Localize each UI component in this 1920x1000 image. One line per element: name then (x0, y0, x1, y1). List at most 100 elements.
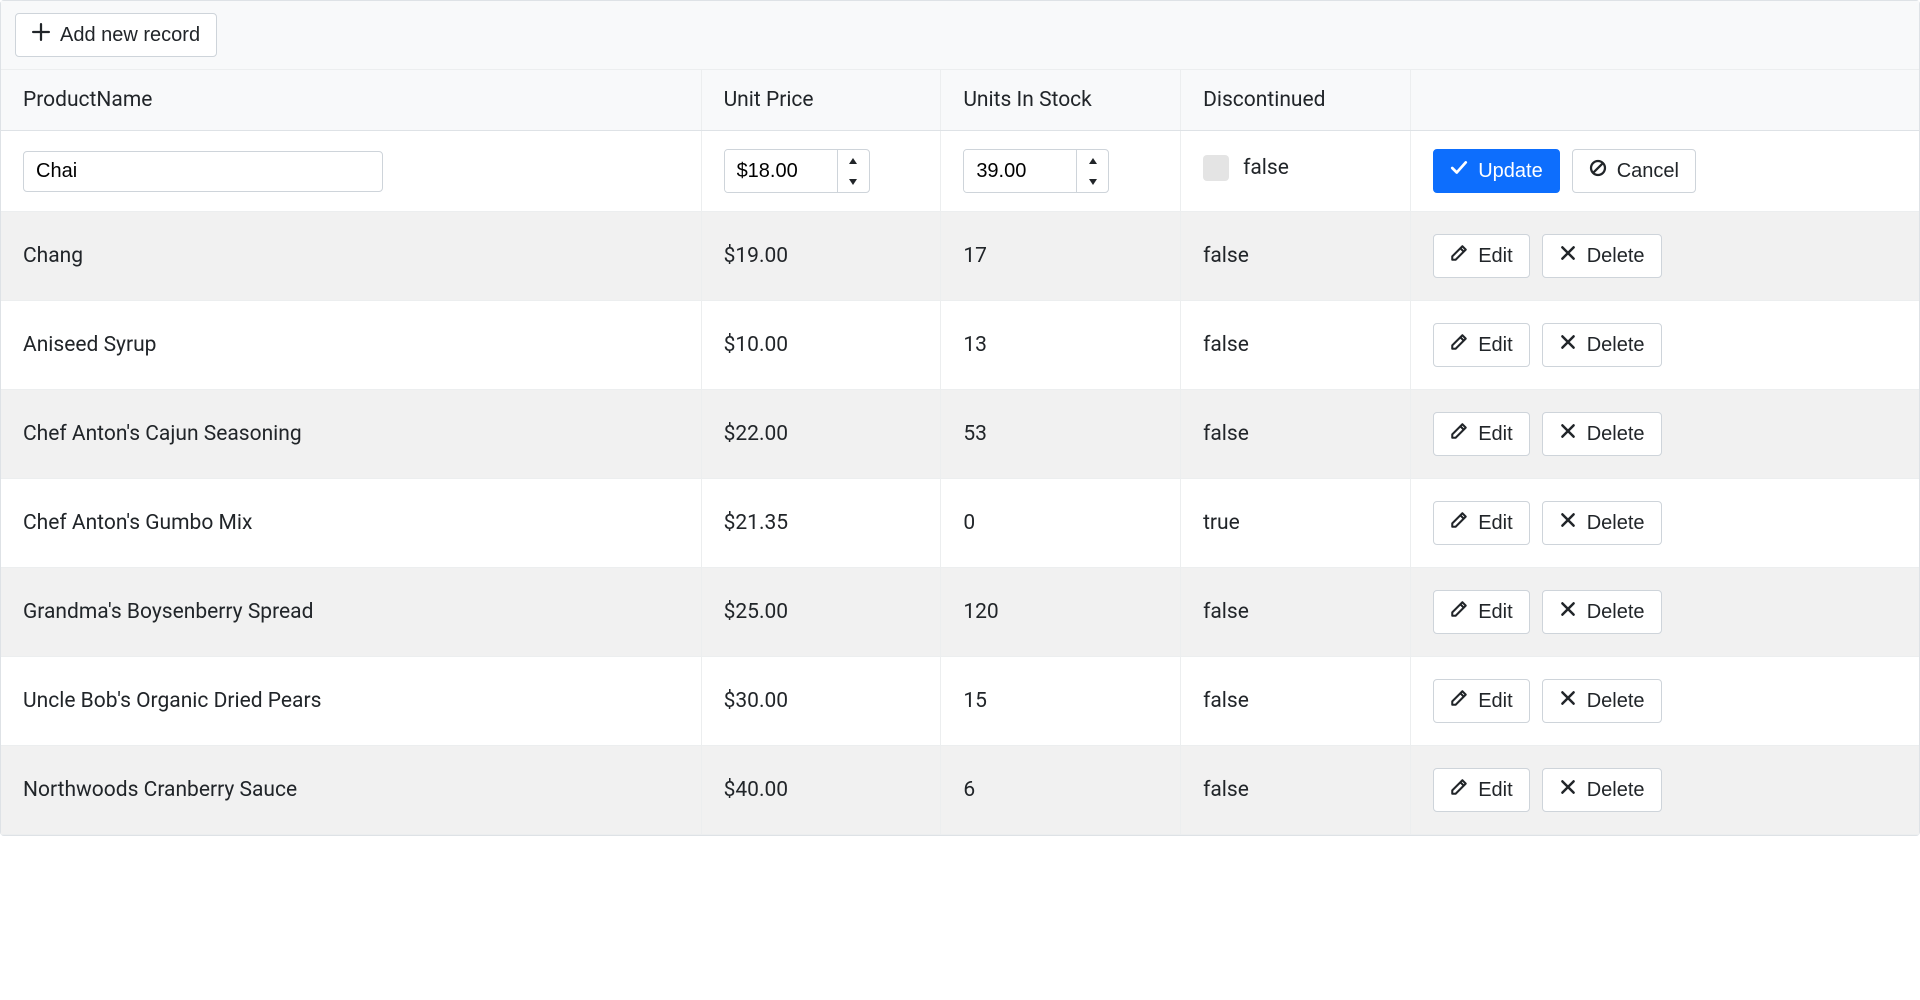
update-label: Update (1478, 158, 1543, 184)
delete-label: Delete (1587, 243, 1645, 269)
delete-button[interactable]: Delete (1542, 412, 1662, 456)
pencil-icon (1450, 599, 1468, 625)
cell-units-in-stock: 0 (941, 479, 1181, 568)
header-units-in-stock[interactable]: Units In Stock (941, 70, 1181, 131)
cell-units-in-stock: 15 (941, 657, 1181, 746)
delete-button[interactable]: Delete (1542, 768, 1662, 812)
header-commands (1411, 70, 1919, 131)
table-row: Chef Anton's Cajun Seasoning $22.00 53 f… (1, 390, 1919, 479)
units-in-stock-decrement[interactable] (1077, 171, 1108, 192)
cancel-button[interactable]: Cancel (1572, 149, 1696, 193)
cell-unit-price: $19.00 (701, 212, 941, 301)
pencil-icon (1450, 421, 1468, 447)
table-row: Chef Anton's Gumbo Mix $21.35 0 true Edi… (1, 479, 1919, 568)
edit-button[interactable]: Edit (1433, 590, 1529, 634)
edit-button[interactable]: Edit (1433, 412, 1529, 456)
close-icon (1559, 243, 1577, 269)
cell-discontinued: false (1181, 657, 1411, 746)
cell-unit-price: $25.00 (701, 568, 941, 657)
edit-label: Edit (1478, 332, 1512, 358)
cell-unit-price: $40.00 (701, 746, 941, 835)
cell-discontinued: true (1181, 479, 1411, 568)
edit-button[interactable]: Edit (1433, 679, 1529, 723)
header-unit-price[interactable]: Unit Price (701, 70, 941, 131)
grid-toolbar: Add new record (1, 1, 1919, 70)
table-row: Chang $19.00 17 false Edit Delete (1, 212, 1919, 301)
close-icon (1559, 421, 1577, 447)
units-in-stock-input[interactable] (964, 150, 1076, 192)
close-icon (1559, 599, 1577, 625)
pencil-icon (1450, 510, 1468, 536)
cell-discontinued: false (1181, 212, 1411, 301)
edit-button[interactable]: Edit (1433, 234, 1529, 278)
add-new-record-label: Add new record (60, 22, 200, 48)
edit-label: Edit (1478, 421, 1512, 447)
cell-product-name: Chang (1, 212, 701, 301)
pencil-icon (1450, 243, 1468, 269)
unit-price-stepper[interactable] (724, 149, 870, 193)
add-new-record-button[interactable]: Add new record (15, 13, 217, 57)
cell-discontinued: false (1181, 390, 1411, 479)
pencil-icon (1450, 332, 1468, 358)
data-grid: Add new record ProductName Unit Price Un… (0, 0, 1920, 836)
edit-row: false Update (1, 131, 1919, 212)
delete-label: Delete (1587, 688, 1645, 714)
update-button[interactable]: Update (1433, 149, 1560, 193)
table-row: Northwoods Cranberry Sauce $40.00 6 fals… (1, 746, 1919, 835)
products-table: ProductName Unit Price Units In Stock Di… (1, 70, 1919, 835)
cell-product-name: Chef Anton's Gumbo Mix (1, 479, 701, 568)
edit-label: Edit (1478, 510, 1512, 536)
cell-unit-price: $30.00 (701, 657, 941, 746)
cell-units-in-stock: 6 (941, 746, 1181, 835)
pencil-icon (1450, 777, 1468, 803)
units-in-stock-stepper[interactable] (963, 149, 1109, 193)
unit-price-increment[interactable] (838, 150, 869, 171)
delete-label: Delete (1587, 599, 1645, 625)
cell-discontinued: false (1181, 301, 1411, 390)
close-icon (1559, 688, 1577, 714)
product-name-input[interactable] (23, 151, 383, 192)
cell-units-in-stock: 53 (941, 390, 1181, 479)
cancel-label: Cancel (1617, 158, 1679, 184)
cell-units-in-stock: 13 (941, 301, 1181, 390)
discontinued-checkbox[interactable] (1203, 155, 1229, 181)
plus-icon (32, 22, 50, 48)
close-icon (1559, 510, 1577, 536)
close-icon (1559, 332, 1577, 358)
cell-product-name: Uncle Bob's Organic Dried Pears (1, 657, 701, 746)
header-product-name[interactable]: ProductName (1, 70, 701, 131)
header-discontinued[interactable]: Discontinued (1181, 70, 1411, 131)
pencil-icon (1450, 688, 1468, 714)
delete-label: Delete (1587, 777, 1645, 803)
delete-label: Delete (1587, 332, 1645, 358)
delete-button[interactable]: Delete (1542, 323, 1662, 367)
discontinued-value: false (1243, 156, 1289, 180)
table-row: Grandma's Boysenberry Spread $25.00 120 … (1, 568, 1919, 657)
delete-button[interactable]: Delete (1542, 590, 1662, 634)
unit-price-input[interactable] (725, 150, 837, 192)
delete-button[interactable]: Delete (1542, 234, 1662, 278)
cell-unit-price: $10.00 (701, 301, 941, 390)
edit-label: Edit (1478, 243, 1512, 269)
table-row: Uncle Bob's Organic Dried Pears $30.00 1… (1, 657, 1919, 746)
edit-label: Edit (1478, 688, 1512, 714)
delete-button[interactable]: Delete (1542, 501, 1662, 545)
cell-product-name: Grandma's Boysenberry Spread (1, 568, 701, 657)
edit-button[interactable]: Edit (1433, 501, 1529, 545)
check-icon (1450, 158, 1468, 184)
delete-label: Delete (1587, 421, 1645, 447)
edit-button[interactable]: Edit (1433, 768, 1529, 812)
unit-price-decrement[interactable] (838, 171, 869, 192)
cell-unit-price: $22.00 (701, 390, 941, 479)
cell-discontinued: false (1181, 746, 1411, 835)
delete-button[interactable]: Delete (1542, 679, 1662, 723)
cancel-icon (1589, 158, 1607, 184)
edit-label: Edit (1478, 599, 1512, 625)
cell-product-name: Chef Anton's Cajun Seasoning (1, 390, 701, 479)
cell-units-in-stock: 120 (941, 568, 1181, 657)
units-in-stock-increment[interactable] (1077, 150, 1108, 171)
table-row: Aniseed Syrup $10.00 13 false Edit Delet… (1, 301, 1919, 390)
cell-unit-price: $21.35 (701, 479, 941, 568)
edit-button[interactable]: Edit (1433, 323, 1529, 367)
cell-units-in-stock: 17 (941, 212, 1181, 301)
